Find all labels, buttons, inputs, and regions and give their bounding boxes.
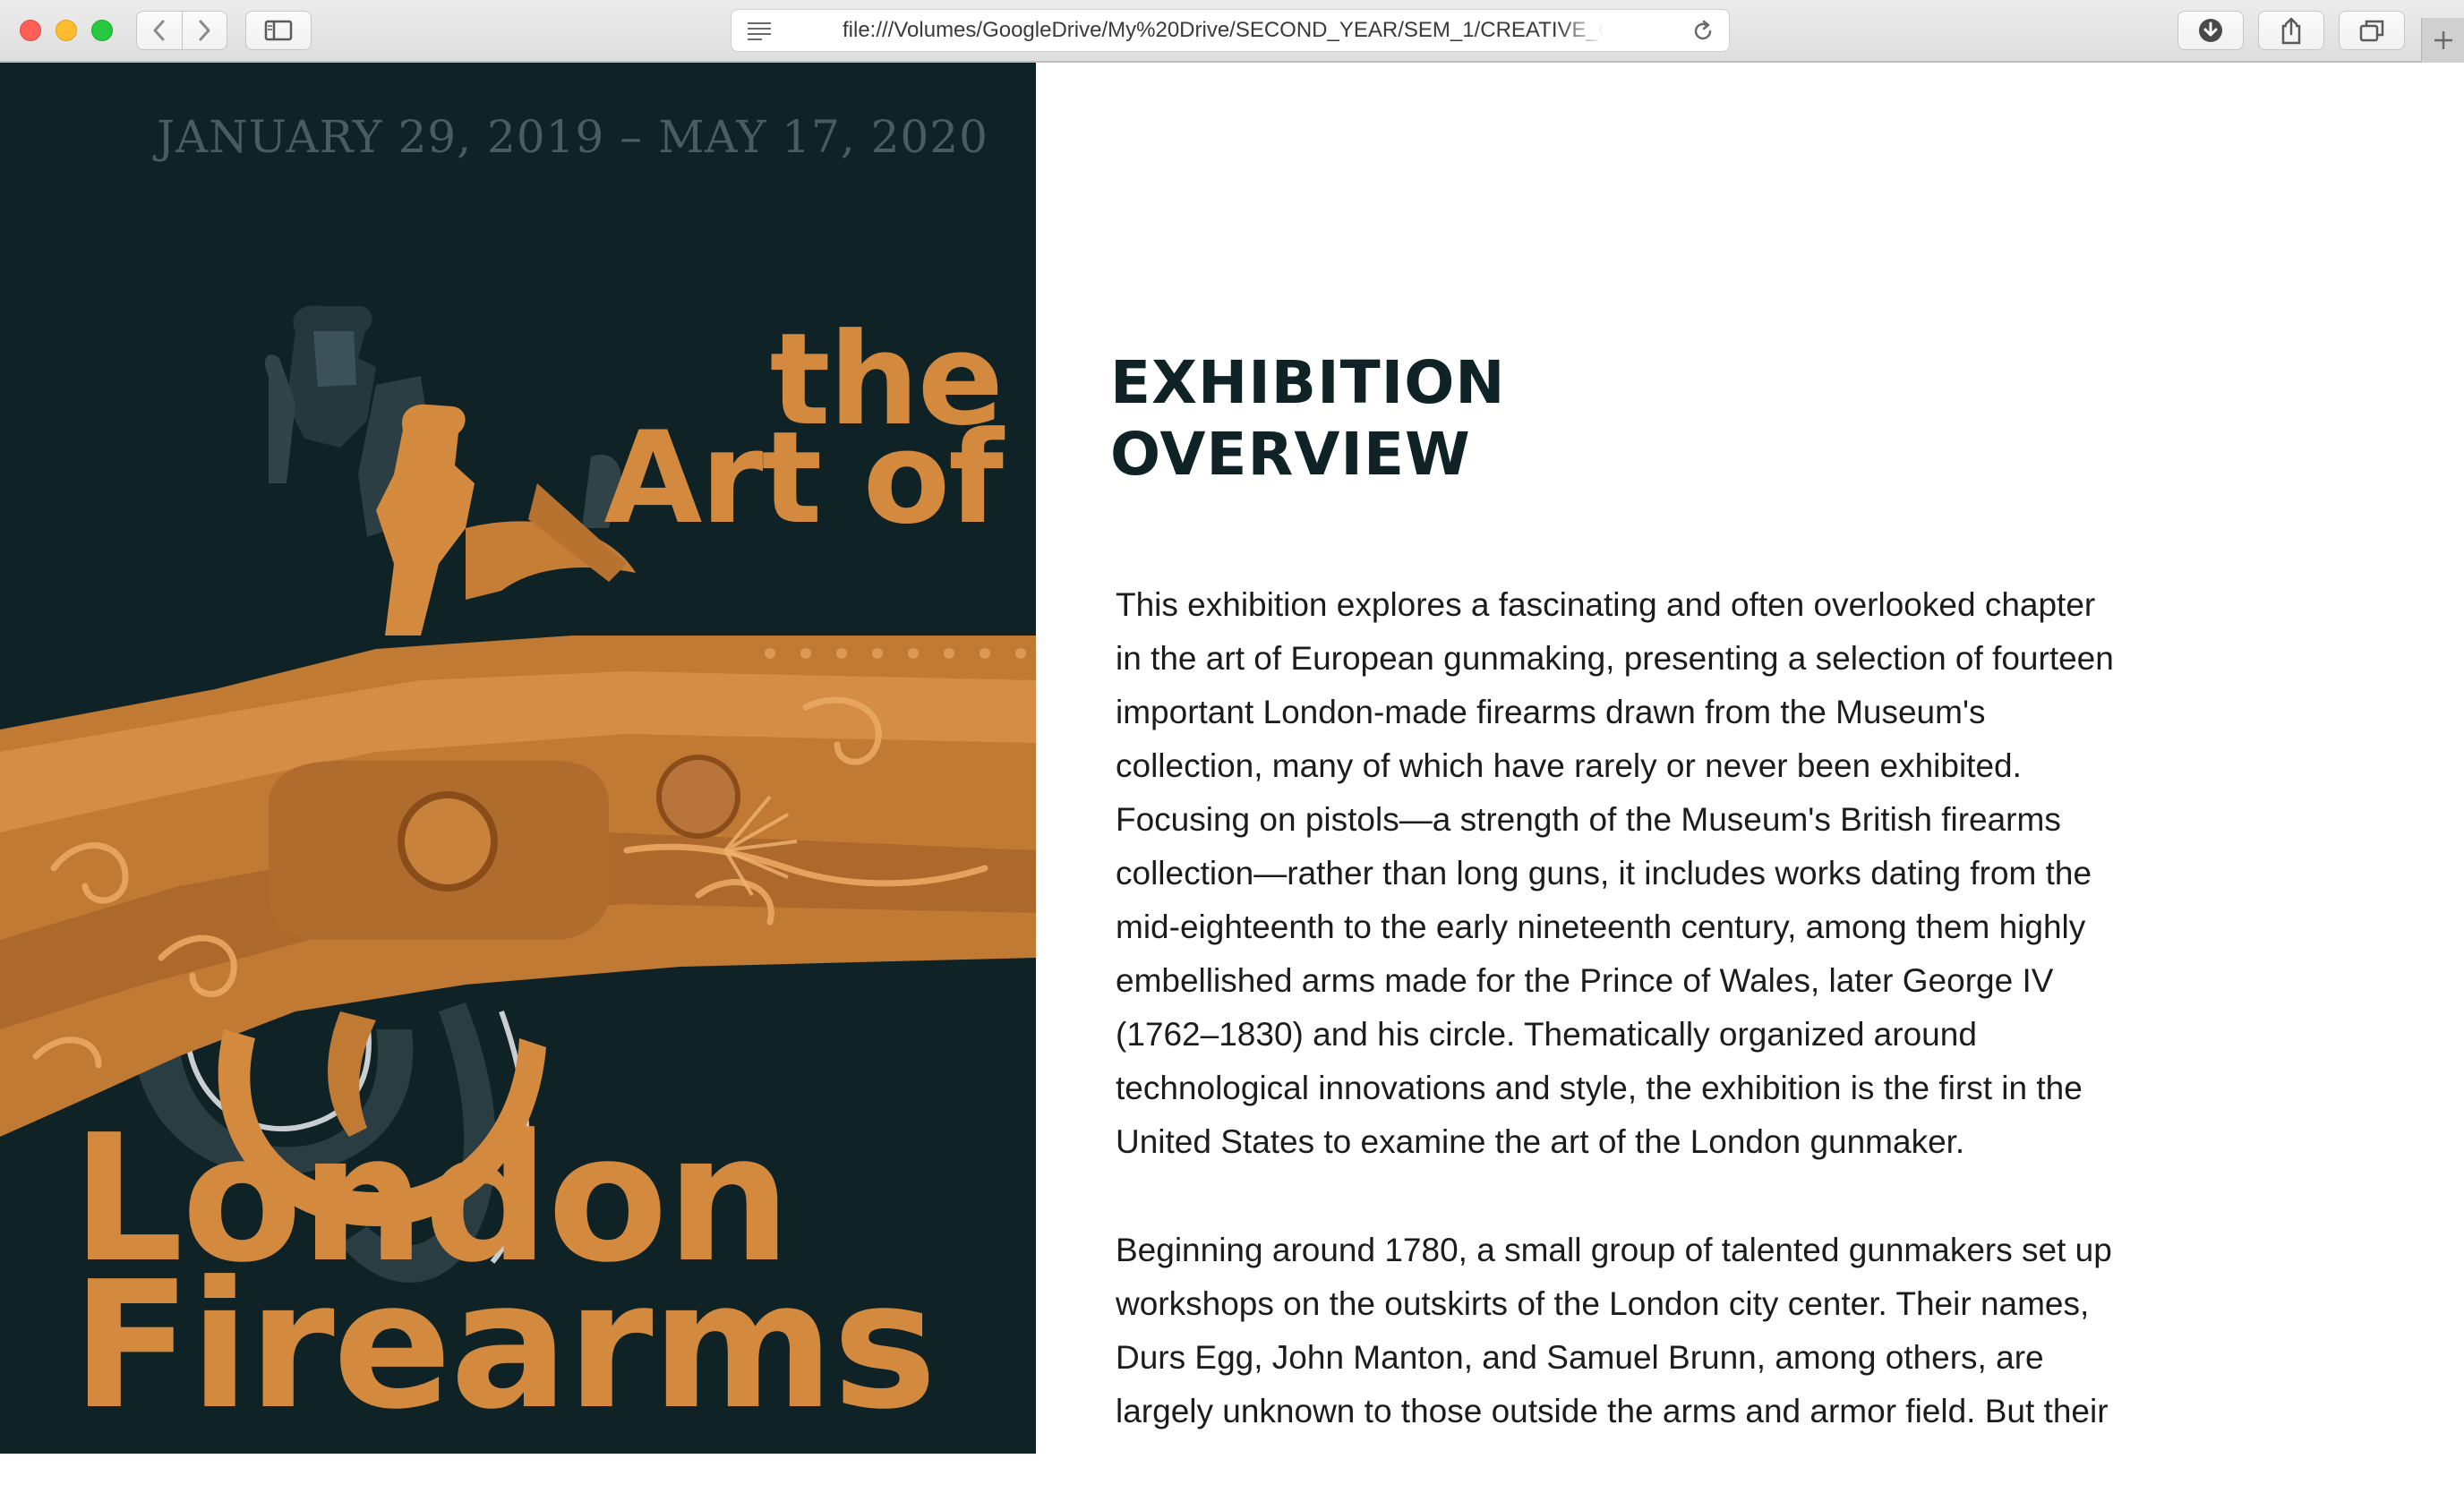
sidebar-icon: [264, 20, 293, 41]
reload-icon[interactable]: [1691, 20, 1715, 43]
exhibition-hero: JANUARY 29, 2019 – MAY 17, 2020 the Art …: [0, 63, 1036, 1454]
hero-title-lower: London Firearms: [72, 1112, 937, 1448]
url-text[interactable]: file:///Volumes/GoogleDrive/My%20Drive/S…: [843, 10, 1604, 51]
overview-heading-line: OVERVIEW: [1110, 420, 1471, 489]
back-button[interactable]: [137, 12, 182, 49]
hero-title-upper: the Art of: [603, 317, 1004, 552]
hero-title-line: Firearms: [72, 1244, 937, 1448]
zoom-window-button[interactable]: [91, 20, 113, 41]
chevron-left-icon: [153, 20, 165, 41]
minimize-window-button[interactable]: [56, 20, 77, 41]
tabs-icon: [2359, 20, 2384, 42]
share-icon: [2281, 17, 2301, 45]
close-window-button[interactable]: [20, 20, 41, 41]
overview-heading-line: EXHIBITION: [1110, 348, 1506, 417]
overview-paragraph: This exhibition explores a fascinating a…: [1116, 586, 2114, 1160]
chevron-right-icon: [199, 20, 210, 41]
reader-icon[interactable]: [746, 21, 773, 40]
overview-heading: EXHIBITION OVERVIEW: [1110, 347, 1506, 491]
forward-button[interactable]: [181, 12, 227, 49]
download-icon: [2199, 19, 2222, 42]
sidebar-button[interactable]: [245, 11, 312, 50]
plus-icon: [2434, 31, 2452, 49]
overview-paragraph: Beginning around 1780, a small group of …: [1116, 1232, 2112, 1429]
hero-title-line: Art of: [603, 405, 1004, 552]
address-bar[interactable]: file:///Volumes/GoogleDrive/My%20Drive/S…: [731, 9, 1730, 52]
browser-toolbar: file:///Volumes/GoogleDrive/My%20Drive/S…: [0, 0, 2464, 63]
share-button[interactable]: [2258, 11, 2324, 50]
new-tab-button[interactable]: [2421, 18, 2464, 63]
downloads-button[interactable]: [2177, 11, 2244, 50]
tab-overview-button[interactable]: [2339, 11, 2405, 50]
overview-body: This exhibition explores a fascinating a…: [1116, 578, 2127, 1493]
history-nav: [136, 11, 227, 50]
